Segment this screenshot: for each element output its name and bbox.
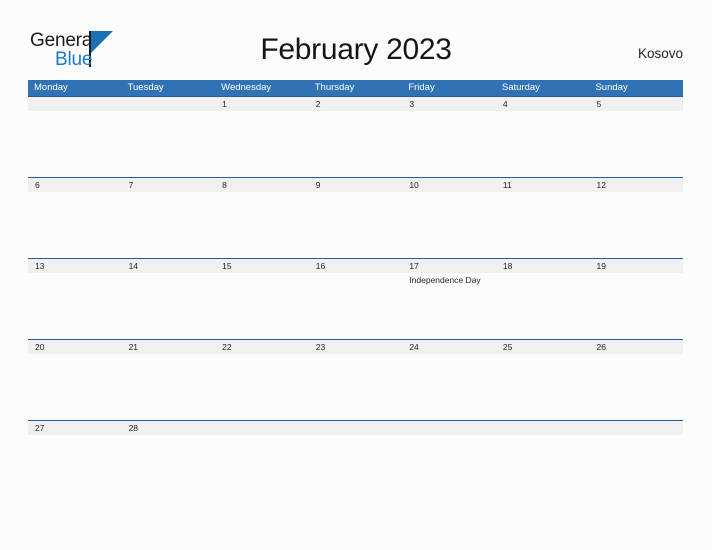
week-row: 13 14 15 16 17 18 19 Independence Day bbox=[28, 258, 683, 339]
day-event bbox=[122, 354, 216, 420]
region-label: Kosovo bbox=[637, 46, 683, 61]
day-event bbox=[122, 435, 216, 501]
week-row: 27 28 bbox=[28, 420, 683, 501]
day-number[interactable]: 13 bbox=[28, 259, 122, 273]
day-number[interactable] bbox=[28, 97, 122, 111]
day-number[interactable]: 27 bbox=[28, 421, 122, 435]
day-event bbox=[589, 192, 683, 258]
page-header: General Blue February 2023 Kosovo bbox=[0, 0, 712, 80]
dow-thursday: Thursday bbox=[314, 82, 355, 93]
week-date-band: 6 7 8 9 10 11 12 bbox=[28, 178, 683, 192]
day-number[interactable]: 28 bbox=[122, 421, 216, 435]
day-event bbox=[589, 273, 683, 339]
day-number[interactable]: 17 bbox=[402, 259, 496, 273]
dow-monday: Monday bbox=[34, 82, 68, 93]
day-number[interactable]: 7 bbox=[122, 178, 216, 192]
day-event bbox=[28, 111, 122, 177]
day-event bbox=[402, 354, 496, 420]
day-event bbox=[402, 435, 496, 501]
day-event bbox=[402, 192, 496, 258]
day-event bbox=[28, 435, 122, 501]
day-number[interactable] bbox=[402, 421, 496, 435]
day-number[interactable]: 14 bbox=[122, 259, 216, 273]
day-event-independence-day: Independence Day bbox=[409, 275, 481, 285]
week-event-area bbox=[28, 111, 683, 177]
day-event bbox=[215, 435, 309, 501]
day-number[interactable]: 16 bbox=[309, 259, 403, 273]
week-event-area bbox=[28, 435, 683, 501]
day-event bbox=[402, 111, 496, 177]
day-event bbox=[496, 273, 590, 339]
week-date-band: 1 2 3 4 5 bbox=[28, 97, 683, 111]
week-row: 20 21 22 23 24 25 26 bbox=[28, 339, 683, 420]
day-number[interactable]: 22 bbox=[215, 340, 309, 354]
day-event bbox=[28, 192, 122, 258]
day-event bbox=[215, 273, 309, 339]
day-number[interactable]: 18 bbox=[496, 259, 590, 273]
day-number[interactable] bbox=[122, 97, 216, 111]
week-event-area bbox=[28, 192, 683, 258]
dow-friday: Friday bbox=[408, 82, 435, 93]
day-number[interactable]: 24 bbox=[402, 340, 496, 354]
day-number[interactable]: 15 bbox=[215, 259, 309, 273]
day-number[interactable]: 6 bbox=[28, 178, 122, 192]
week-row: 1 2 3 4 5 bbox=[28, 96, 683, 177]
day-of-week-header: Monday Tuesday Wednesday Thursday Friday… bbox=[28, 80, 683, 96]
week-event-area bbox=[28, 354, 683, 420]
week-date-band: 27 28 bbox=[28, 421, 683, 435]
day-event bbox=[215, 192, 309, 258]
day-event bbox=[122, 273, 216, 339]
day-number[interactable]: 19 bbox=[589, 259, 683, 273]
day-number[interactable] bbox=[215, 421, 309, 435]
day-number[interactable]: 4 bbox=[496, 97, 590, 111]
dow-saturday: Saturday bbox=[501, 82, 540, 93]
day-number[interactable]: 25 bbox=[496, 340, 590, 354]
day-event bbox=[496, 354, 590, 420]
day-number[interactable]: 8 bbox=[215, 178, 309, 192]
day-number[interactable]: 10 bbox=[402, 178, 496, 192]
day-event bbox=[309, 192, 403, 258]
day-event bbox=[215, 111, 309, 177]
day-number[interactable]: 11 bbox=[496, 178, 590, 192]
calendar-grid: Monday Tuesday Wednesday Thursday Friday… bbox=[28, 80, 683, 501]
day-event bbox=[309, 435, 403, 501]
day-event bbox=[215, 354, 309, 420]
day-event bbox=[496, 111, 590, 177]
dow-tuesday: Tuesday bbox=[127, 82, 164, 93]
day-number[interactable]: 20 bbox=[28, 340, 122, 354]
day-number[interactable] bbox=[309, 421, 403, 435]
dow-wednesday: Wednesday bbox=[221, 82, 272, 93]
week-event-area: Independence Day bbox=[28, 273, 683, 339]
day-event bbox=[309, 273, 403, 339]
dow-sunday: Sunday bbox=[595, 82, 628, 93]
day-event bbox=[496, 435, 590, 501]
week-date-band: 20 21 22 23 24 25 26 bbox=[28, 340, 683, 354]
day-event bbox=[309, 354, 403, 420]
day-number[interactable]: 26 bbox=[589, 340, 683, 354]
calendar-page: General Blue February 2023 Kosovo Monday… bbox=[0, 0, 712, 550]
day-event bbox=[122, 111, 216, 177]
day-event bbox=[309, 111, 403, 177]
week-row: 6 7 8 9 10 11 12 bbox=[28, 177, 683, 258]
day-event bbox=[28, 354, 122, 420]
day-event bbox=[589, 354, 683, 420]
day-number[interactable]: 3 bbox=[402, 97, 496, 111]
day-number[interactable]: 2 bbox=[309, 97, 403, 111]
day-number[interactable]: 21 bbox=[122, 340, 216, 354]
day-event bbox=[496, 192, 590, 258]
day-number[interactable]: 5 bbox=[589, 97, 683, 111]
page-title: February 2023 bbox=[260, 33, 452, 66]
day-number[interactable]: 23 bbox=[309, 340, 403, 354]
day-number[interactable]: 1 bbox=[215, 97, 309, 111]
week-date-band: 13 14 15 16 17 18 19 bbox=[28, 259, 683, 273]
day-event bbox=[589, 111, 683, 177]
day-event bbox=[589, 435, 683, 501]
day-number[interactable] bbox=[589, 421, 683, 435]
day-number[interactable] bbox=[496, 421, 590, 435]
day-number[interactable]: 9 bbox=[309, 178, 403, 192]
day-event bbox=[28, 273, 122, 339]
day-event bbox=[122, 192, 216, 258]
day-number[interactable]: 12 bbox=[589, 178, 683, 192]
